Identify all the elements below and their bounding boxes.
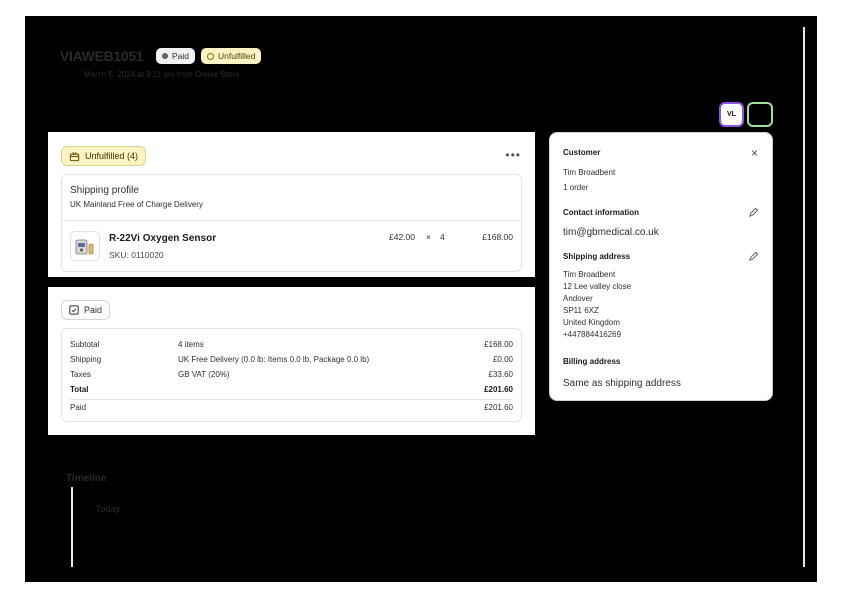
order-title: VIAWEB1051 — [60, 48, 144, 64]
close-icon[interactable]: × — [751, 146, 758, 160]
phone-number: +447884416269 — [563, 330, 622, 339]
paid-heading-badge: Paid — [61, 300, 111, 320]
billing-address-value: Same as shipping address — [563, 378, 681, 389]
customer-order-count[interactable]: 1 order — [563, 183, 588, 192]
unfulfilled-heading-badge: Unfulfilled (4) — [61, 146, 147, 166]
address-line: Tim Broadbent — [563, 270, 616, 279]
address-line: United Kingdom — [563, 318, 620, 327]
customer-name-link[interactable]: Tim Broadbent — [563, 168, 615, 177]
avatar-vl[interactable]: VL — [719, 102, 744, 127]
summary-row-paid: Paid £201.60 — [70, 399, 513, 415]
product-thumbnail[interactable] — [70, 231, 100, 261]
customer-heading: Customer — [563, 148, 601, 157]
more-actions-icon[interactable]: ••• — [505, 148, 521, 162]
timeline-today: Today — [96, 504, 121, 514]
address-line: 12 Lee valley close — [563, 282, 632, 291]
summary-label: Taxes — [70, 370, 91, 379]
summary-desc: UK Free Delivery (0.0 lb: Items 0.0 lb, … — [178, 355, 370, 364]
edit-contact-pencil-icon[interactable] — [748, 207, 759, 218]
product-name[interactable]: R-22Vi Oxygen Sensor — [109, 233, 216, 244]
product-line-total: £168.00 — [482, 232, 513, 242]
unfulfilled-heading: Unfulfilled (4) — [85, 151, 139, 161]
product-unit-price: £42.00 — [389, 232, 415, 242]
summary-label: Subtotal — [70, 340, 100, 349]
summary-row: Shipping UK Free Delivery (0.0 lb: Items… — [70, 352, 513, 367]
unfulfilled-badge-label: Unfulfilled — [218, 51, 256, 61]
billing-address-heading: Billing address — [563, 357, 621, 366]
address-line: SP11 6XZ — [563, 306, 599, 315]
shipping-profile-label: Shipping profile — [70, 185, 139, 196]
summary-amount: £33.60 — [488, 370, 513, 379]
timeline-line — [71, 487, 73, 567]
shipping-section: Shipping profile UK Mainland Free of Cha… — [61, 174, 522, 272]
checkbox-icon — [69, 305, 79, 315]
unfulfilled-status-badge: Unfulfilled — [201, 48, 262, 64]
filled-dot-icon — [162, 53, 168, 59]
contact-heading: Contact information — [563, 208, 639, 217]
payment-card: Paid Subtotal 4 items £168.00 Shipping U… — [48, 287, 535, 435]
summary-row: Subtotal 4 items £168.00 — [70, 337, 513, 352]
paid-badge-label: Paid — [172, 51, 190, 61]
times-sign: × — [426, 232, 431, 242]
address-line: Andover — [563, 294, 593, 303]
summary-amount: £168.00 — [484, 340, 513, 349]
customer-card: Customer × Tim Broadbent 1 order Contact… — [549, 132, 773, 401]
sensor-product-icon — [75, 239, 94, 255]
payment-summary: Subtotal 4 items £168.00 Shipping UK Fre… — [61, 328, 522, 422]
edit-shipping-pencil-icon[interactable] — [748, 251, 759, 262]
summary-label: Paid — [70, 403, 87, 412]
product-quantity: 4 — [440, 232, 445, 242]
summary-row-total: Total £201.60 — [70, 382, 513, 397]
summary-row: Taxes GB VAT (20%) £33.60 — [70, 367, 513, 382]
fulfillment-card: Unfulfilled (4) ••• Shipping profile UK … — [48, 132, 535, 277]
summary-amount: £201.60 — [484, 403, 513, 412]
scrollbar-track[interactable] — [803, 27, 805, 567]
package-icon — [69, 151, 80, 161]
summary-desc: 4 items — [178, 340, 204, 349]
customer-email-link[interactable]: tim@gbmedical.co.uk — [563, 227, 659, 238]
summary-amount: £0.00 — [492, 355, 513, 364]
summary-label: Shipping — [70, 355, 102, 364]
order-meta: March 5, 2024 at 9:11 am from Online Sto… — [84, 70, 240, 79]
summary-amount: £201.60 — [484, 385, 513, 394]
summary-label: Total — [70, 385, 89, 394]
shipping-profile-name: UK Mainland Free of Charge Delivery — [70, 200, 203, 209]
paid-status-badge: Paid — [156, 48, 196, 64]
product-sku: SKU: 0110020 — [109, 250, 164, 260]
summary-desc: GB VAT (20%) — [178, 370, 230, 379]
avatar-secondary[interactable] — [747, 102, 773, 127]
paid-heading: Paid — [84, 305, 103, 315]
timeline-heading: Timeline — [66, 473, 107, 484]
shipping-address-heading: Shipping address — [563, 252, 631, 261]
ring-dot-icon — [207, 52, 214, 60]
shipping-address: Tim Broadbent 12 Lee valley close Andove… — [563, 269, 631, 341]
line-item: R-22Vi Oxygen Sensor SKU: 0110020 £42.00… — [62, 221, 521, 273]
